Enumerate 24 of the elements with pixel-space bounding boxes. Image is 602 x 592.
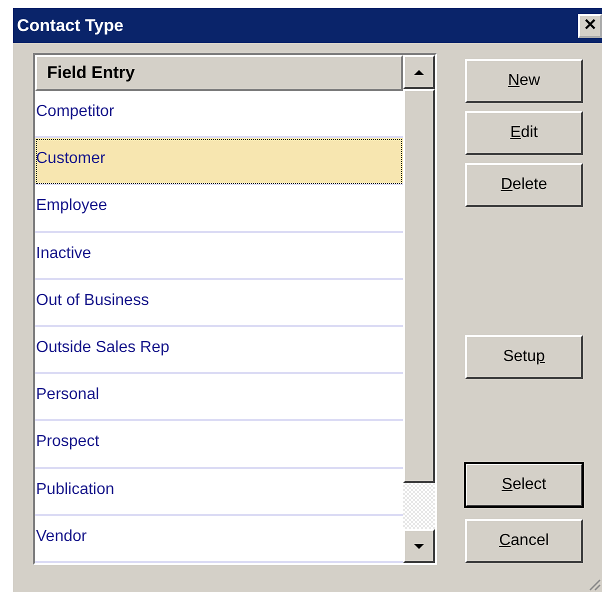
close-button[interactable]: ✕ xyxy=(578,14,602,38)
column-header[interactable]: Field Entry xyxy=(35,55,403,91)
dialog-button[interactable]: Edit xyxy=(465,111,583,155)
list-item[interactable]: Outside Sales Rep xyxy=(35,327,403,374)
list-item[interactable]: Inactive xyxy=(35,232,403,280)
list-item[interactable]: Out of Business xyxy=(35,280,403,328)
scroll-up-button[interactable] xyxy=(403,55,435,89)
resize-grip-icon xyxy=(587,577,601,591)
scrollbar[interactable] xyxy=(403,55,435,563)
list-item[interactable]: Personal xyxy=(35,374,403,422)
list-item[interactable]: Customer xyxy=(35,138,403,186)
window-title: Contact Type xyxy=(17,16,124,36)
down-arrow-icon xyxy=(413,542,425,550)
list-item[interactable]: Publication xyxy=(35,468,403,516)
list-item[interactable]: Prospect xyxy=(35,421,403,469)
scroll-down-button[interactable] xyxy=(403,529,435,563)
up-arrow-icon xyxy=(413,68,425,76)
dialog-button[interactable]: Setup xyxy=(465,335,583,379)
scroll-thumb[interactable] xyxy=(403,89,435,483)
dialog-button[interactable]: Delete xyxy=(465,163,583,207)
dialog-button[interactable]: Select xyxy=(465,463,583,507)
dialog-button[interactable]: Cancel xyxy=(465,519,583,563)
list-item[interactable]: Employee xyxy=(35,185,403,233)
dialog-button[interactable]: New xyxy=(465,59,583,103)
